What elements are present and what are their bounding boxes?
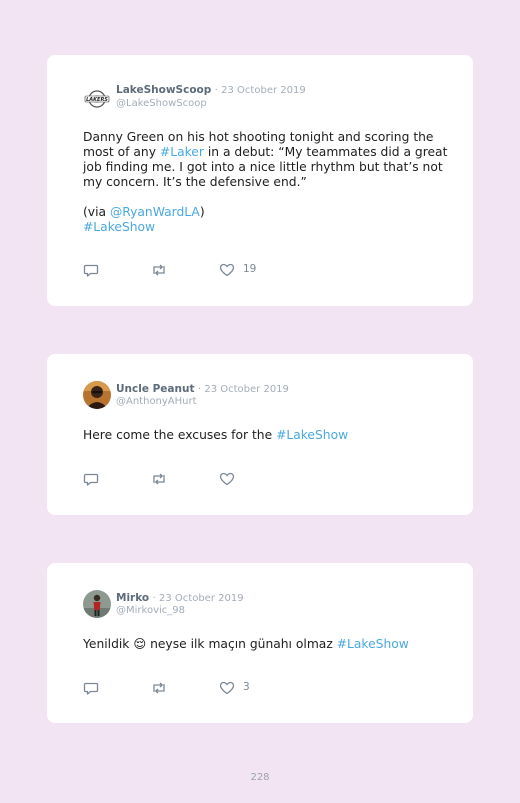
tweet-card: LAKERS LakeShowScoop · 23 October 2019 @… xyxy=(47,55,473,306)
page-number: 228 xyxy=(250,772,270,783)
tweet-text: Yenildik 😌 neyse ilk maçın günahı olmaz … xyxy=(83,637,453,652)
tweet-text-segment: ) xyxy=(199,205,205,219)
hashtag-link[interactable]: #LakeShow xyxy=(337,637,409,651)
author-name[interactable]: LakeShowScoop xyxy=(116,84,211,96)
tweet-date[interactable]: 23 October 2019 xyxy=(204,384,289,395)
tweet-actions: 19 xyxy=(83,262,383,278)
lakers-logo-icon[interactable]: LAKERS xyxy=(83,85,111,113)
tweet-text: Danny Green on his hot shooting tonight … xyxy=(83,130,453,235)
reply-icon[interactable] xyxy=(83,471,99,487)
tweet-card: Uncle Peanut · 23 October 2019 @AnthonyA… xyxy=(47,354,473,515)
tweet-text-segment: neyse ilk maçın günahı olmaz xyxy=(146,637,337,651)
like-count: 19 xyxy=(243,263,257,275)
tweet-text-segment: Yenildik xyxy=(83,637,134,651)
name-separator: · xyxy=(152,593,156,604)
author-handle[interactable]: @LakeShowScoop xyxy=(116,98,207,110)
hashtag-link[interactable]: #LakeShow xyxy=(83,220,155,234)
tweet-date[interactable]: 23 October 2019 xyxy=(221,85,306,96)
svg-text:LAKERS: LAKERS xyxy=(86,97,108,103)
retweet-icon[interactable] xyxy=(150,262,168,278)
hashtag-link[interactable]: #Laker xyxy=(160,145,204,159)
retweet-icon[interactable] xyxy=(150,471,168,487)
tweet-card: Mirko · 23 October 2019 @Mirkovic_98 Yen… xyxy=(47,563,473,723)
author-handle[interactable]: @Mirkovic_98 xyxy=(116,605,185,617)
user-avatar-icon[interactable] xyxy=(83,590,111,618)
retweet-icon[interactable] xyxy=(150,680,168,696)
mention-link[interactable]: @RyanWardLA xyxy=(110,205,200,219)
author-name[interactable]: Mirko xyxy=(116,592,149,604)
heart-icon[interactable] xyxy=(219,680,235,696)
name-separator: · xyxy=(214,85,218,96)
author-name[interactable]: Uncle Peanut xyxy=(116,383,194,395)
reply-icon[interactable] xyxy=(83,680,99,696)
tweet-date[interactable]: 23 October 2019 xyxy=(159,593,244,604)
relieved-emoji-icon: 😌 xyxy=(133,637,147,651)
name-separator: · xyxy=(197,384,202,395)
hashtag-link[interactable]: #LakeShow xyxy=(276,428,348,442)
user-avatar-icon[interactable] xyxy=(83,381,111,409)
author-handle[interactable]: @AnthonyAHurt xyxy=(116,396,197,408)
tweet-text-segment: (via xyxy=(83,205,110,219)
tweet-text-segment: Here come the excuses for the xyxy=(83,428,277,442)
tweet-actions: 3 xyxy=(83,680,383,696)
reply-icon[interactable] xyxy=(83,262,99,278)
like-count: 3 xyxy=(243,681,250,693)
heart-icon[interactable] xyxy=(219,262,235,278)
heart-icon[interactable] xyxy=(219,471,235,487)
tweet-text: Here come the excuses for the #LakeShow xyxy=(83,428,453,443)
tweet-actions xyxy=(83,471,383,487)
